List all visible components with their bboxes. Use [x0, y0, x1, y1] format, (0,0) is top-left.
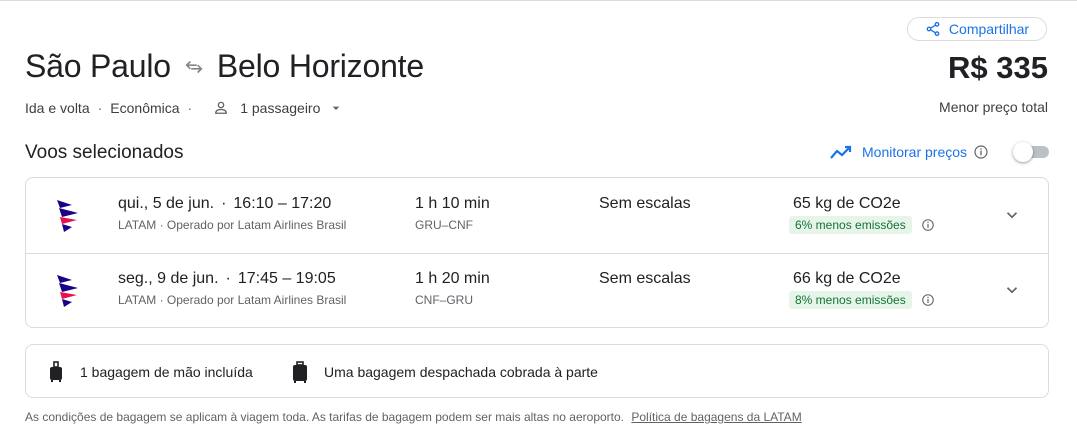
destination-city: Belo Horizonte	[216, 48, 424, 84]
airline-name: LATAM	[118, 293, 157, 307]
flight-date-time: seg., 9 de jun. · 17:45 – 19:05	[118, 270, 336, 288]
flight-date: qui., 5 de jun.	[118, 195, 215, 212]
info-icon[interactable]	[973, 144, 989, 160]
footnote-text: As condições de bagagem se aplicam à via…	[25, 410, 625, 424]
airline-name: LATAM	[118, 218, 157, 232]
dropdown-caret-icon	[333, 106, 340, 110]
chevron-down-icon[interactable]	[1003, 206, 1021, 224]
page-title: São Paulo Belo Horizonte	[25, 48, 424, 85]
selected-flights-title: Voos selecionados	[25, 142, 184, 163]
separator-dot: ·	[159, 218, 167, 232]
info-icon[interactable]	[921, 293, 935, 307]
flight-date-time: qui., 5 de jun. · 16:10 – 17:20	[118, 195, 331, 213]
flight-carrier: LATAM · Operado por Latam Airlines Brasi…	[118, 218, 346, 232]
selected-flights-list: qui., 5 de jun. · 16:10 – 17:20 LATAM · Op…	[25, 177, 1049, 328]
flight-times: 16:10 – 17:20	[233, 195, 332, 212]
flight-row-return[interactable]: seg., 9 de jun. · 17:45 – 19:05 LATAM · Op…	[26, 253, 1048, 328]
price-caption: Menor preço total	[939, 99, 1048, 115]
trip-summary: Ida e volta · Econômica · 1 passageiro	[25, 99, 344, 117]
separator-dot: ·	[221, 195, 227, 212]
chevron-down-icon[interactable]	[1003, 281, 1021, 299]
emissions-badge: 8% menos emissões	[789, 291, 912, 309]
info-icon[interactable]	[921, 218, 935, 232]
person-icon	[215, 101, 228, 114]
baggage-policy-link[interactable]: Política de bagagens da LATAM	[631, 410, 801, 424]
checked-bag-label: Uma bagagem despachada cobrada à parte	[324, 364, 598, 380]
flight-times: 17:45 – 19:05	[237, 270, 336, 287]
co2-emissions: 65 kg de CO2e	[793, 195, 901, 212]
flight-duration: 1 h 10 min	[415, 195, 490, 212]
co2-emissions: 66 kg de CO2e	[793, 270, 901, 287]
operator-name: Operado por Latam Airlines Brasil	[166, 218, 347, 232]
origin-city: São Paulo	[25, 48, 171, 84]
total-price: R$ 335	[948, 50, 1048, 85]
baggage-info: 1 bagagem de mão incluída Uma bagagem de…	[25, 344, 1049, 398]
flight-route: CNF–GRU	[415, 293, 474, 307]
passenger-selector[interactable]: 1 passageiro	[212, 99, 344, 117]
cabin-class: Econômica	[110, 100, 180, 116]
flight-row-outbound[interactable]: qui., 5 de jun. · 16:10 – 17:20 LATAM · Op…	[26, 178, 1048, 254]
separator-dot: ·	[225, 270, 231, 287]
carry-on-info: 1 bagagem de mão incluída	[48, 361, 253, 383]
track-prices-label: Monitorar preços	[862, 144, 968, 160]
latam-logo-icon	[57, 200, 78, 232]
separator-dot: ·	[187, 100, 193, 116]
flight-route: GRU–CNF	[415, 218, 474, 232]
toggle-knob	[1013, 142, 1033, 162]
flight-stops: Sem escalas	[599, 195, 691, 212]
flight-stops: Sem escalas	[599, 270, 691, 287]
trip-type: Ida e volta	[25, 100, 90, 116]
round-trip-icon	[185, 60, 203, 73]
latam-logo-icon	[57, 275, 78, 307]
flight-date: seg., 9 de jun.	[118, 270, 219, 287]
trending-up-icon	[830, 145, 852, 159]
separator-dot: ·	[159, 293, 167, 307]
separator-dot: ·	[97, 100, 103, 116]
flight-carrier: LATAM · Operado por Latam Airlines Brasi…	[118, 293, 346, 307]
flight-duration: 1 h 20 min	[415, 270, 490, 287]
share-button[interactable]: Compartilhar	[907, 17, 1047, 41]
carry-on-bag-icon	[50, 361, 62, 382]
track-prices[interactable]: Monitorar preços	[829, 143, 989, 161]
track-prices-toggle[interactable]	[1013, 142, 1049, 162]
share-icon	[926, 21, 940, 37]
operator-name: Operado por Latam Airlines Brasil	[166, 293, 347, 307]
top-divider	[0, 0, 1077, 1]
checked-bag-icon	[293, 361, 307, 383]
baggage-footnote: As condições de bagagem se aplicam à via…	[25, 410, 802, 424]
share-label: Compartilhar	[948, 21, 1030, 37]
carry-on-label: 1 bagagem de mão incluída	[80, 364, 253, 380]
emissions-badge: 6% menos emissões	[789, 216, 912, 234]
passenger-count: 1 passageiro	[240, 100, 321, 116]
checked-bag-info: Uma bagagem despachada cobrada à parte	[292, 361, 598, 383]
